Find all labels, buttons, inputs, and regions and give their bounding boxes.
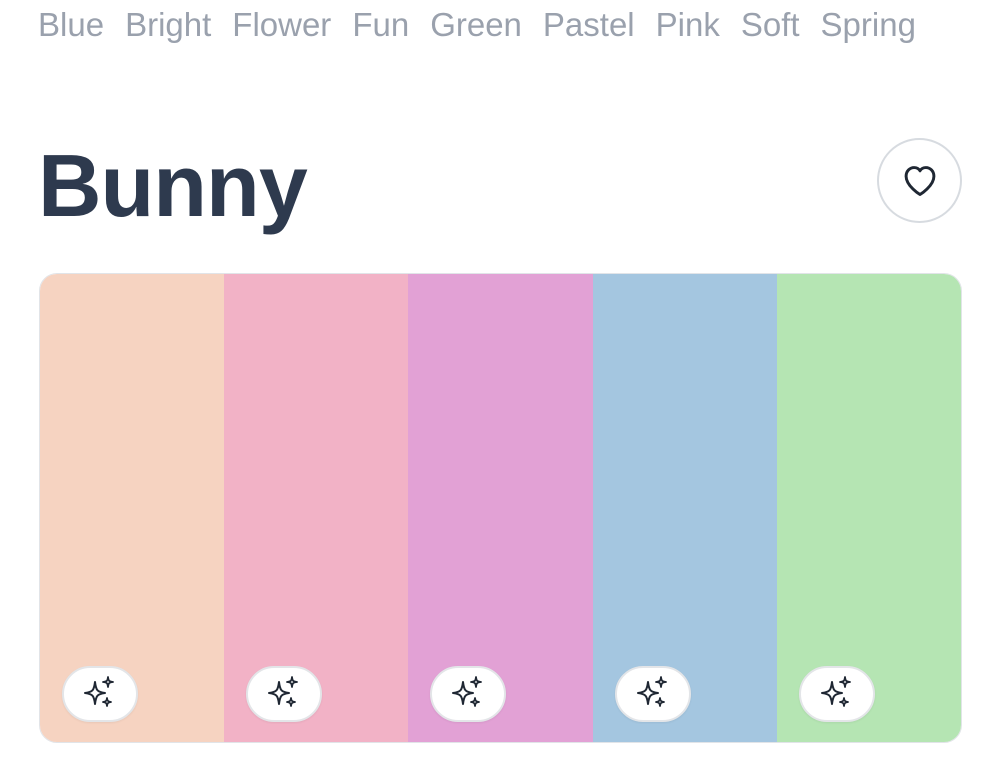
color-swatch-4[interactable] <box>592 274 777 742</box>
magic-button[interactable] <box>614 666 691 722</box>
tag-bright[interactable]: Bright <box>125 0 211 69</box>
favorite-button[interactable] <box>877 138 962 223</box>
sparkles-icon <box>265 675 303 714</box>
tag-blue[interactable]: Blue <box>38 0 104 69</box>
magic-button[interactable] <box>430 666 507 722</box>
color-swatch-3[interactable] <box>408 274 593 742</box>
magic-button[interactable] <box>246 666 323 722</box>
tag-soft[interactable]: Soft <box>741 0 800 69</box>
tag-fun[interactable]: Fun <box>352 0 409 69</box>
tag-green[interactable]: Green <box>430 0 522 69</box>
tag-list: Blue Bright Flower Fun Green Pastel Pink… <box>38 0 938 69</box>
magic-button[interactable] <box>798 666 875 722</box>
tag-flower[interactable]: Flower <box>232 0 331 69</box>
heart-icon <box>900 161 940 200</box>
tag-pastel[interactable]: Pastel <box>543 0 635 69</box>
color-swatch-5[interactable] <box>776 274 961 742</box>
sparkles-icon <box>449 675 487 714</box>
sparkles-icon <box>634 675 672 714</box>
tag-spring[interactable]: Spring <box>821 0 916 69</box>
magic-button[interactable] <box>62 666 138 722</box>
sparkles-icon <box>818 675 856 714</box>
tag-pink[interactable]: Pink <box>656 0 720 69</box>
color-palette <box>39 273 962 743</box>
color-swatch-2[interactable] <box>224 274 409 742</box>
color-swatch-1[interactable] <box>40 274 225 742</box>
palette-title: Bunny <box>38 136 308 235</box>
sparkles-icon <box>81 675 119 714</box>
